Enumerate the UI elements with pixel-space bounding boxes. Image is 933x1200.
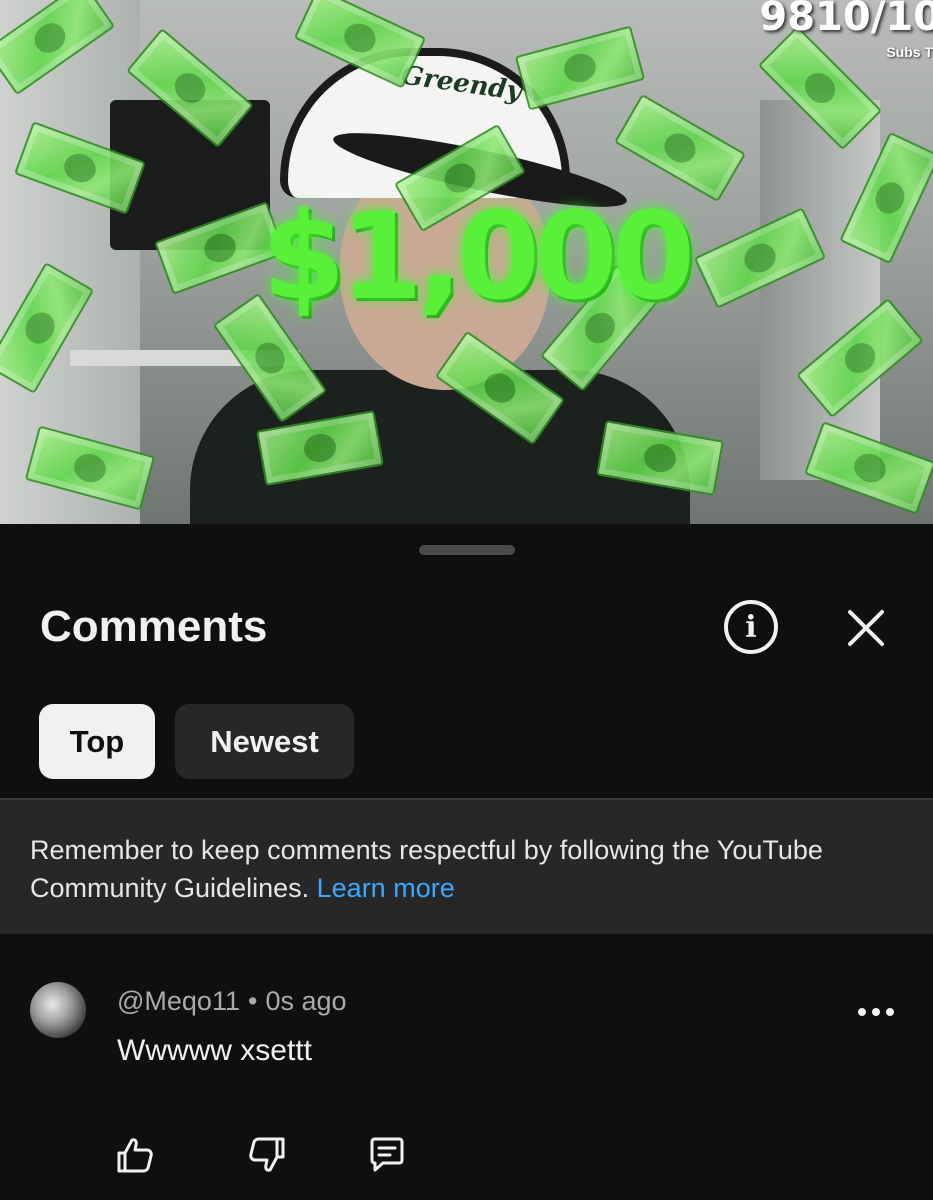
- more-dot: [872, 1008, 880, 1016]
- guidelines-notice: Remember to keep comments respectful by …: [0, 800, 933, 934]
- money-bill: [514, 25, 646, 111]
- comments-sheet: Comments i Top Newest Remember to keep c…: [0, 524, 933, 1200]
- more-dot: [886, 1008, 894, 1016]
- sort-chip-newest[interactable]: Newest: [175, 704, 354, 779]
- video-door: [760, 100, 880, 480]
- dislike-button[interactable]: [246, 1134, 288, 1176]
- reply-icon: [370, 1137, 404, 1172]
- comment-time: 0s ago: [265, 986, 347, 1016]
- avatar[interactable]: [30, 982, 86, 1038]
- like-button[interactable]: [114, 1134, 156, 1176]
- reply-button[interactable]: [366, 1134, 408, 1176]
- video-player[interactable]: Greendy $1,000 9810/10 Subs T: [0, 0, 933, 524]
- sheet-drag-handle[interactable]: [419, 545, 515, 555]
- sort-chip-top[interactable]: Top: [39, 704, 155, 779]
- info-icon: i: [745, 609, 757, 645]
- comment-meta: @Meqo11 • 0s ago: [117, 986, 347, 1017]
- thumbs-up-icon: [117, 1138, 153, 1173]
- info-button[interactable]: i: [724, 600, 778, 654]
- more-options-button[interactable]: [858, 1004, 894, 1020]
- comment-author[interactable]: @Meqo11: [117, 986, 240, 1016]
- comment-text: Wwwww xsettt: [117, 1034, 312, 1067]
- subscriber-label: Subs T: [886, 44, 933, 60]
- more-dot: [858, 1008, 866, 1016]
- close-button[interactable]: [842, 604, 890, 652]
- meta-separator: •: [247, 986, 258, 1016]
- money-overlay-text: $1,000: [262, 188, 695, 327]
- money-bill: [614, 93, 746, 203]
- learn-more-link[interactable]: Learn more: [317, 873, 455, 903]
- close-icon: [848, 610, 884, 646]
- subscriber-counter: 9810/10: [759, 0, 933, 40]
- comment-item: @Meqo11 • 0s ago Wwwww xsettt: [0, 934, 933, 1200]
- sheet-title: Comments: [40, 602, 268, 651]
- thumbs-down-icon: [249, 1137, 285, 1172]
